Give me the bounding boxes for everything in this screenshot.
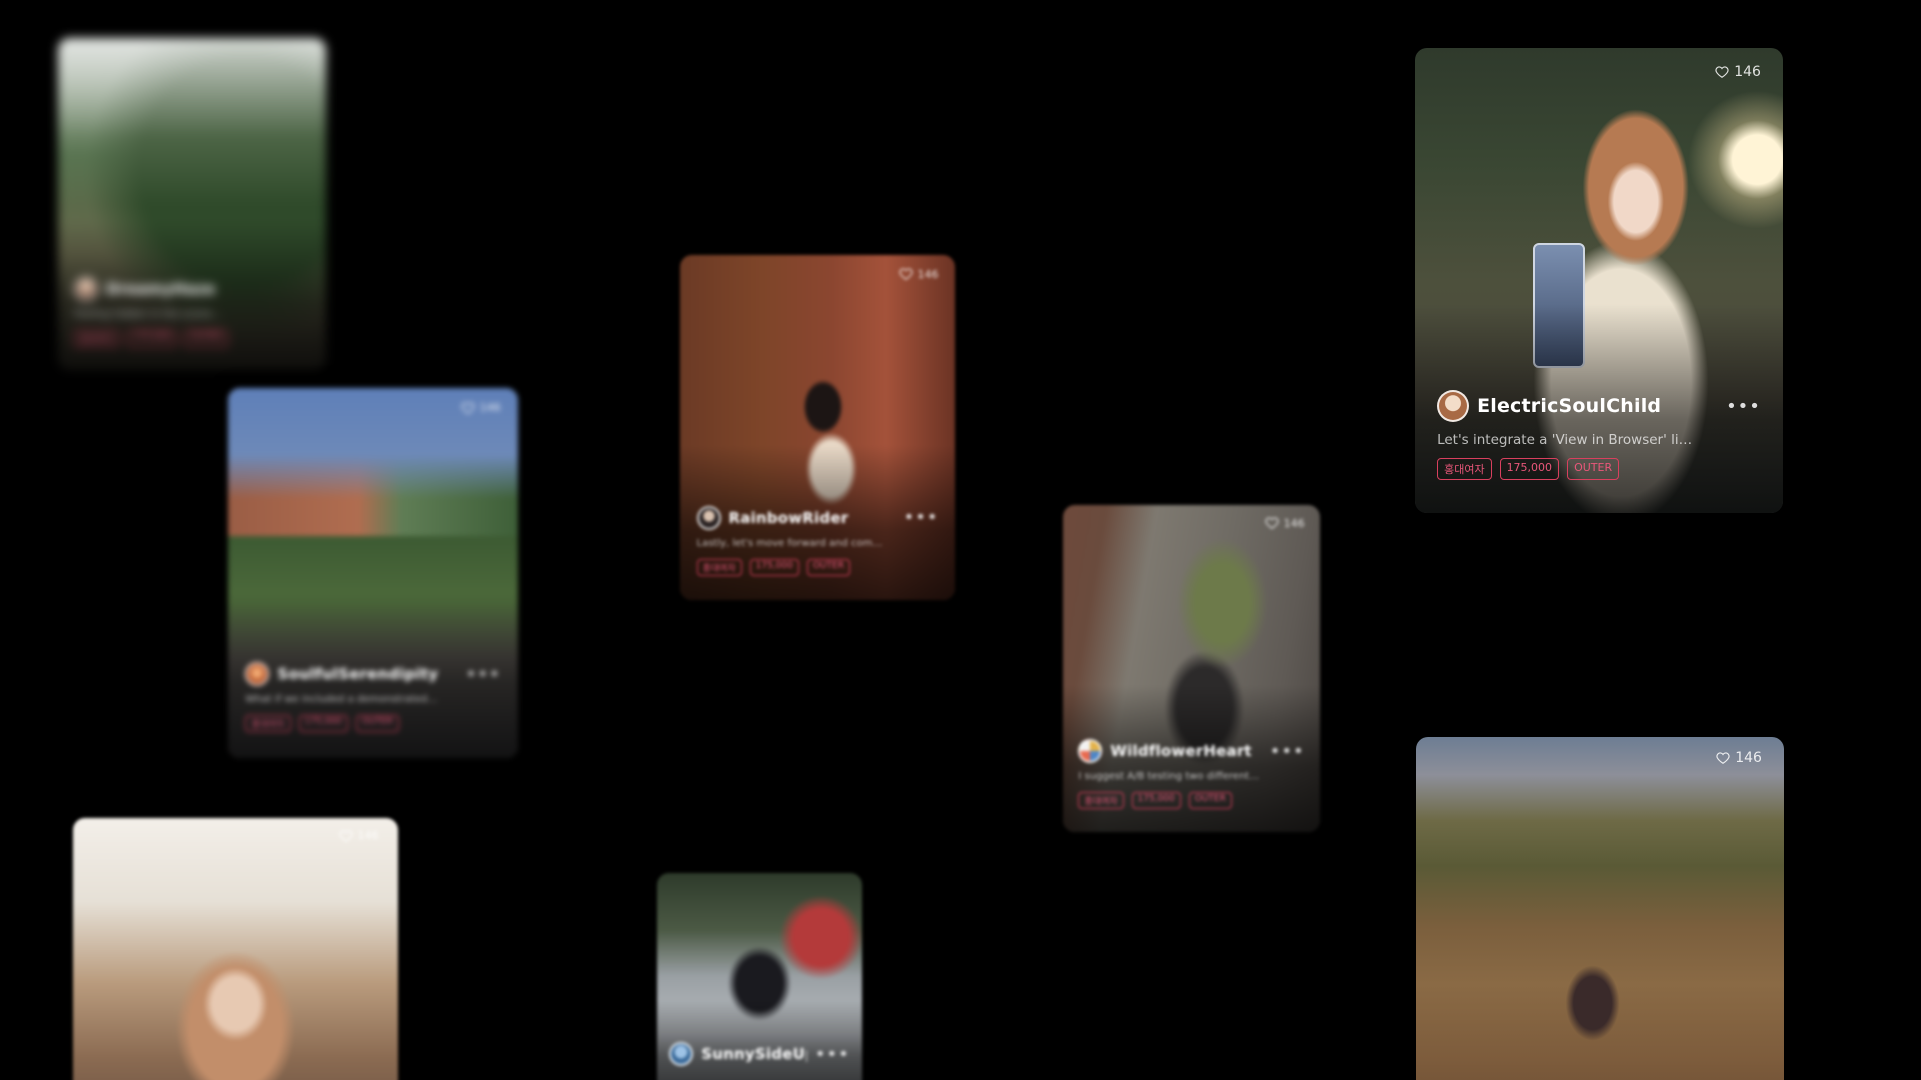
post-card[interactable]: SunnySideUp ••• [657, 873, 862, 1080]
more-horizontal-icon[interactable]: ••• [904, 507, 939, 528]
post-description: Let's integrate a 'View in Browser' li… [1437, 432, 1693, 449]
username[interactable]: SoulfulSerendipity [277, 665, 457, 683]
like-count[interactable]: 146 [461, 401, 501, 415]
post-card[interactable]: 146 ElectricSoulChild ••• Let's integrat… [1415, 48, 1783, 513]
more-horizontal-icon[interactable]: ••• [1270, 741, 1305, 762]
like-count[interactable]: 146 [1264, 516, 1305, 530]
post-card[interactable]: 146 WildflowerHeart ••• I suggest A/B te… [1063, 505, 1320, 832]
post-description: Lastly, let's move forward and com… [696, 537, 883, 549]
post-photo [1416, 737, 1784, 1080]
post-description: I suggest A/B testing two different… [1078, 771, 1260, 783]
tag-list: 홍대여자 175,000 OUTER [696, 558, 939, 576]
tag[interactable]: 홍대여자 [74, 329, 120, 347]
heart-outline-icon [1716, 752, 1730, 765]
tag[interactable]: 175,000 [1131, 792, 1181, 810]
like-count[interactable]: 146 [338, 829, 379, 843]
tag[interactable]: OUTER [1188, 792, 1232, 810]
avatar[interactable] [1078, 739, 1103, 764]
tag[interactable]: 홍대여자 [245, 715, 291, 733]
heart-outline-icon [1264, 517, 1279, 530]
post-card[interactable]: 146 SoulfulSerendipity ••• What if we in… [228, 388, 518, 758]
like-count-value: 146 [1735, 750, 1762, 767]
feed-canvas: DreamyHaze Feeling hidden in the scene… … [0, 0, 1921, 1080]
post-card[interactable]: 146 [1416, 737, 1784, 1080]
tag[interactable]: OUTER [184, 329, 228, 347]
post-meta: SoulfulSerendipity ••• What if we includ… [245, 662, 501, 733]
more-horizontal-icon[interactable]: ••• [466, 664, 501, 685]
username[interactable]: SunnySideUp [701, 1045, 807, 1063]
tag[interactable]: 175,000 [298, 715, 348, 733]
avatar[interactable] [1437, 390, 1470, 423]
heart-outline-icon [898, 268, 913, 281]
tag-list: 홍대여자 175,000 OUTER [245, 715, 500, 733]
tag[interactable]: OUTER [806, 558, 850, 576]
more-horizontal-icon[interactable]: ••• [815, 1044, 850, 1065]
post-meta: SunnySideUp ••• [669, 1042, 850, 1067]
heart-outline-icon [461, 402, 475, 414]
post-meta: RainbowRider ••• Lastly, let's move forw… [696, 505, 939, 576]
post-photo [73, 818, 398, 1080]
post-meta: ElectricSoulChild ••• Let's integrate a … [1437, 390, 1761, 481]
post-description: Feeling hidden in the scene… [74, 308, 222, 320]
username[interactable]: DreamyHaze [106, 280, 310, 298]
heart-outline-icon [1715, 66, 1729, 79]
avatar[interactable] [245, 662, 270, 687]
post-card[interactable]: DreamyHaze Feeling hidden in the scene… … [58, 38, 326, 370]
like-count-value: 146 [1283, 516, 1305, 530]
post-meta: DreamyHaze Feeling hidden in the scene… … [74, 276, 310, 347]
like-count[interactable]: 146 [898, 267, 939, 281]
tag[interactable]: 175,000 [1499, 458, 1560, 481]
post-card[interactable]: 146 RainbowRider ••• Lastly, let's move … [680, 255, 955, 600]
like-count[interactable]: 146 [1716, 750, 1762, 766]
tag[interactable]: 175,000 [749, 558, 799, 576]
username[interactable]: RainbowRider [729, 509, 896, 527]
avatar[interactable] [696, 505, 721, 530]
tag[interactable]: OUTER [1567, 458, 1620, 481]
post-meta: WildflowerHeart ••• I suggest A/B testin… [1078, 739, 1305, 810]
more-horizontal-icon[interactable]: ••• [1726, 396, 1761, 417]
tag-list: 홍대여자 175,000 OUTER [1437, 458, 1761, 481]
username[interactable]: ElectricSoulChild [1477, 395, 1718, 417]
tag[interactable]: 홍대여자 [696, 558, 742, 576]
tag-list: 홍대여자 175,000 OUTER [74, 329, 310, 347]
like-count-value: 146 [357, 829, 379, 842]
avatar[interactable] [74, 276, 99, 301]
avatar[interactable] [669, 1042, 694, 1067]
tag[interactable]: OUTER [355, 715, 399, 733]
post-card[interactable]: 146 [73, 818, 398, 1080]
like-count-value: 146 [479, 401, 501, 415]
like-count-value: 146 [917, 267, 939, 281]
username[interactable]: WildflowerHeart [1110, 742, 1261, 760]
tag[interactable]: 175,000 [127, 329, 177, 347]
tag-list: 홍대여자 175,000 OUTER [1078, 792, 1304, 810]
tag[interactable]: 홍대여자 [1078, 792, 1124, 810]
like-count-value: 146 [1734, 64, 1761, 81]
heart-outline-icon [338, 829, 353, 842]
post-description: What if we included a demonstrated… [245, 694, 438, 706]
like-count[interactable]: 146 [1715, 64, 1761, 80]
tag[interactable]: 홍대여자 [1437, 458, 1492, 481]
